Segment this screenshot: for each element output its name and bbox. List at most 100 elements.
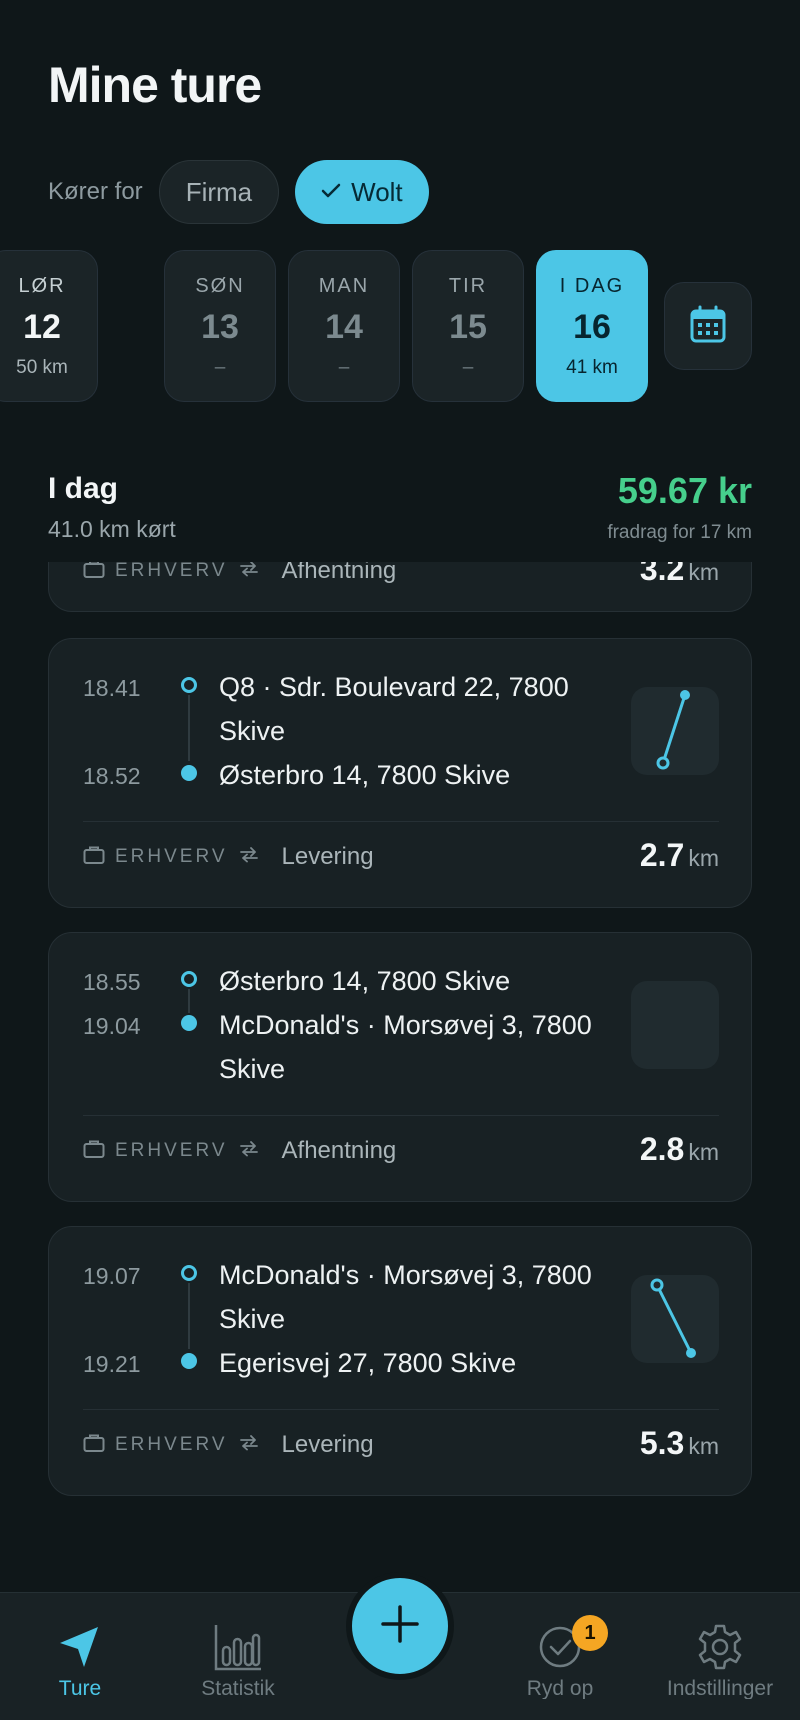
distance-unit: km — [688, 845, 719, 871]
swap-icon — [238, 846, 260, 868]
card-divider — [83, 1409, 719, 1410]
company-filter-wolt[interactable]: Wolt — [295, 160, 429, 224]
gear-icon — [650, 1623, 790, 1671]
notification-badge: 1 — [572, 1615, 608, 1651]
wolt-label: Wolt — [351, 176, 403, 207]
distance-value: 2.7 — [639, 837, 685, 873]
deduction-summary: 59.67 kr fradrag for 17 km — [607, 470, 752, 544]
day-card-tue[interactable]: TIR 15 – — [412, 250, 524, 402]
distance-value: 5.3 — [639, 1425, 685, 1461]
day-summary: I dag 41.0 km kørt — [48, 472, 176, 543]
start-address: Østerbro 14, 7800 Skive — [219, 966, 511, 996]
trip-distance: 5.3 km — [640, 1425, 719, 1462]
distance-value: 3.2 — [639, 562, 685, 587]
distance-unit: km — [688, 1139, 719, 1165]
trip-mode: Levering — [281, 1431, 374, 1458]
day-name: I DAG — [559, 275, 625, 297]
trip-card[interactable]: 18.55 19.04 Østerbro 14, 7800 Skive McDo… — [48, 932, 752, 1202]
company-filter-firma[interactable]: Firma — [158, 160, 280, 224]
firma-label: Firma — [185, 176, 253, 207]
day-km: – — [462, 357, 474, 378]
bar-chart-icon — [178, 1623, 298, 1671]
page-title: Mine ture — [48, 57, 262, 113]
trip-card[interactable]: ERHVERV Afhentning 3.2 km — [48, 562, 752, 612]
start-marker — [181, 1265, 197, 1281]
end-address: Egerisvej 27, 7800 Skive — [219, 1348, 517, 1378]
end-marker — [181, 1015, 197, 1031]
trip-distance: 3.2 km — [640, 562, 719, 588]
end-time: 19.04 — [83, 1013, 141, 1039]
summary-distance: 41.0 km kørt — [48, 516, 176, 542]
trip-category: ERHVERV — [115, 1140, 228, 1161]
summary-title: I dag — [48, 472, 119, 505]
day-date: 14 — [325, 308, 363, 346]
day-km: 50 km — [16, 357, 68, 378]
swap-icon — [238, 1434, 260, 1456]
start-time: 18.41 — [83, 675, 141, 701]
day-name: TIR — [448, 275, 488, 297]
trip-category: ERHVERV — [115, 562, 228, 581]
day-card-sat[interactable]: LØR 12 50 km — [0, 250, 98, 402]
trip-card[interactable]: 18.41 18.52 Q8 · Sdr. Boulevard 22, 7800… — [48, 638, 752, 908]
driving-for-label: Kører for — [48, 178, 143, 205]
calendar-button[interactable] — [664, 282, 752, 370]
day-card-sun[interactable]: SØN 13 – — [164, 250, 276, 402]
nav-item-statistics[interactable]: Statistik — [178, 1593, 298, 1720]
start-marker — [181, 971, 197, 987]
trip-mode: Afhentning — [281, 562, 397, 584]
trip-mode: Afhentning — [281, 1137, 397, 1164]
day-name: MAN — [318, 275, 370, 297]
day-name: SØN — [195, 275, 245, 297]
briefcase-icon — [83, 1433, 105, 1458]
trip-list: ERHVERV Afhentning 3.2 km 18.41 18.52 Q8 … — [0, 562, 800, 1592]
driving-for-selector: Kører for Firma Wolt — [48, 160, 429, 224]
start-address: McDonald's · Morsøvej 3, 7800 Skive — [219, 1260, 592, 1334]
route-connector — [188, 989, 190, 1013]
day-card-today[interactable]: I DAG 16 41 km — [536, 250, 648, 402]
nav-item-trips[interactable]: Ture — [20, 1593, 140, 1720]
start-marker — [181, 677, 197, 693]
day-km: 41 km — [566, 357, 618, 378]
trip-category: ERHVERV — [115, 846, 228, 867]
trip-card[interactable]: 19.07 19.21 McDonald's · Morsøvej 3, 780… — [48, 1226, 752, 1496]
route-thumbnail — [631, 981, 719, 1069]
plus-icon — [380, 1604, 420, 1649]
distance-unit: km — [688, 562, 719, 585]
briefcase-icon — [83, 845, 105, 870]
day-selector: LØR 12 50 km SØN 13 – MAN 14 – TIR 15 – … — [0, 250, 800, 404]
deduction-amount: 59.67 kr — [617, 470, 752, 511]
trip-category: ERHVERV — [115, 1434, 228, 1455]
trip-distance: 2.7 km — [640, 837, 719, 874]
nav-label: Ture — [58, 1677, 102, 1699]
nav-label: Ryd op — [526, 1677, 594, 1699]
end-address: Østerbro 14, 7800 Skive — [219, 760, 511, 790]
card-divider — [83, 1115, 719, 1116]
day-date: 13 — [201, 308, 239, 346]
route-connector — [188, 695, 190, 761]
distance-value: 2.8 — [639, 1131, 685, 1167]
route-thumbnail — [631, 1275, 719, 1363]
add-trip-button[interactable] — [346, 1572, 454, 1680]
day-card-mon[interactable]: MAN 14 – — [288, 250, 400, 402]
route-connector — [188, 1283, 190, 1349]
swap-icon — [238, 1140, 260, 1162]
end-time: 19.21 — [83, 1351, 141, 1377]
day-km: – — [214, 357, 226, 378]
start-address: Q8 · Sdr. Boulevard 22, 7800 Skive — [219, 672, 569, 746]
end-marker — [181, 1353, 197, 1369]
nav-label: Indstillinger — [666, 1677, 774, 1699]
trip-mode: Levering — [281, 843, 374, 870]
day-name: LØR — [18, 275, 66, 297]
card-divider — [83, 821, 719, 822]
nav-item-cleanup[interactable]: 1 Ryd op — [500, 1593, 620, 1720]
day-date: 12 — [23, 308, 61, 346]
nav-item-settings[interactable]: Indstillinger — [650, 1593, 790, 1720]
checkmark-icon — [321, 179, 341, 205]
briefcase-icon — [83, 562, 105, 584]
day-km: – — [338, 357, 350, 378]
start-time: 19.07 — [83, 1263, 141, 1289]
deduction-note: fradrag for 17 km — [607, 522, 752, 543]
distance-unit: km — [688, 1433, 719, 1459]
briefcase-icon — [83, 1139, 105, 1164]
route-thumbnail — [631, 687, 719, 775]
